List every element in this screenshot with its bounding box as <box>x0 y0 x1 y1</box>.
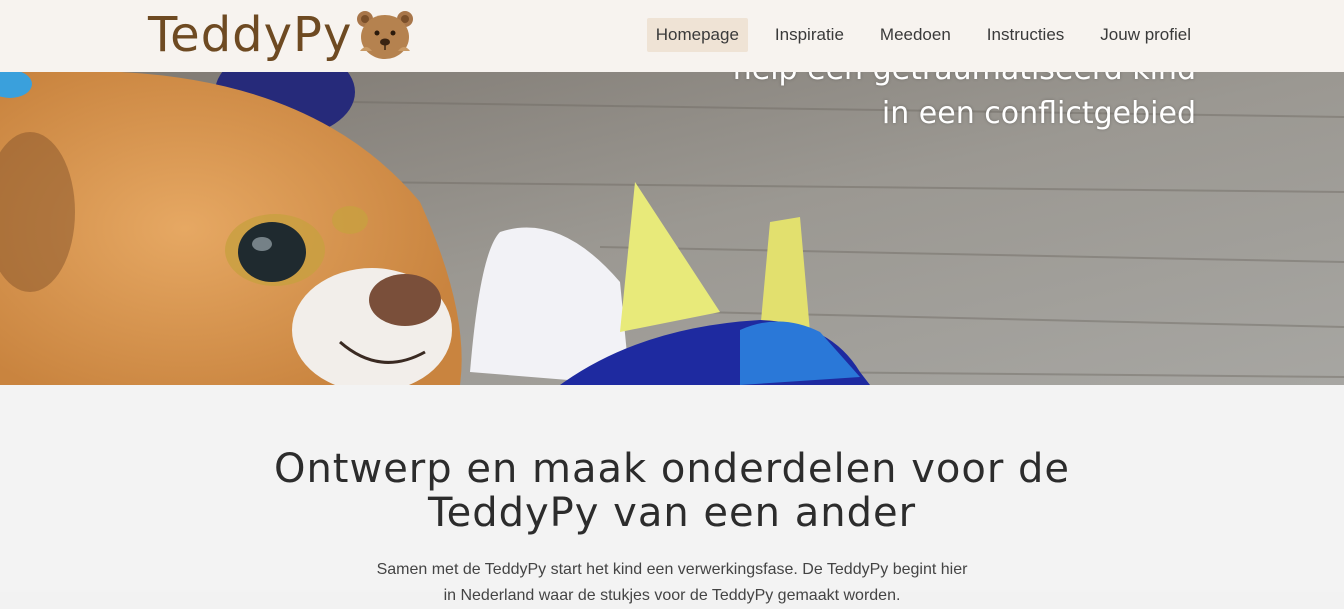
main-nav: Homepage Inspiratie Meedoen Instructies … <box>629 18 1200 52</box>
logo[interactable]: TeddyPy <box>148 6 414 64</box>
site-header: TeddyPy Homepage Inspiratie Meedoen Inst… <box>0 0 1344 72</box>
page-title: Ontwerp en maak onderdelen voor de Teddy… <box>273 446 1071 536</box>
main-content: Ontwerp en maak onderdelen voor de Teddy… <box>0 385 1344 604</box>
hero-caption-line-1: help een getraumatiseerd kind <box>733 72 1196 92</box>
bear-logo-icon <box>357 11 414 59</box>
hero-caption-line-2: in een conflictgebied <box>881 96 1196 131</box>
nav-meedoen[interactable]: Meedoen <box>871 18 960 52</box>
nav-instructies[interactable]: Instructies <box>978 18 1073 52</box>
logo-text: TeddyPy <box>148 7 353 63</box>
hero-caption: help een getraumatiseerd kind in een con… <box>733 72 1196 136</box>
intro-text: Samen met de TeddyPy start het kind een … <box>376 561 968 604</box>
nav-inspiratie[interactable]: Inspiratie <box>766 18 853 52</box>
hero-banner: help een getraumatiseerd kind in een con… <box>0 72 1344 385</box>
nav-jouw-profiel[interactable]: Jouw profiel <box>1091 18 1200 52</box>
nav-homepage[interactable]: Homepage <box>646 18 748 52</box>
